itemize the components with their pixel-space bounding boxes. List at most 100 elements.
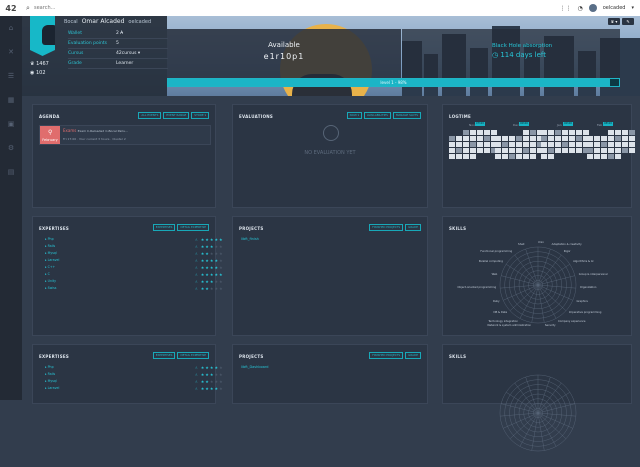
skill-label: Technology integration <box>488 319 519 323</box>
search-input[interactable] <box>34 5 234 11</box>
people-icon[interactable]: ☰ <box>0 64 22 88</box>
detail-expertise-button[interactable]: DETAIL EXPERTISE <box>177 224 209 231</box>
event-location: C-Bocal Paris... <box>105 129 128 133</box>
book-icon[interactable]: ✕ <box>0 40 22 64</box>
calendar-day <box>587 136 593 141</box>
calendar-day <box>463 154 469 159</box>
expertise-stars: ☝ ★★★★★ <box>195 258 224 263</box>
skill-label: Parallel computing <box>478 260 503 264</box>
radar-axis <box>525 376 539 414</box>
calendar-day <box>523 148 529 153</box>
calendar-day <box>516 130 522 135</box>
radar-axis <box>509 412 539 439</box>
info-row[interactable]: Cursus 42cursus ▾ <box>68 49 168 59</box>
chevron-down-icon[interactable]: ▾ <box>631 5 634 11</box>
store-button[interactable]: STORE ▾ <box>191 112 209 119</box>
calendar-day <box>555 130 561 135</box>
calendar-day <box>608 142 614 147</box>
calendar-day <box>594 136 600 141</box>
calendar-day <box>456 130 462 135</box>
trophy-button[interactable]: ♛ ▾ <box>608 18 620 25</box>
skill-label: Rigor <box>563 249 571 253</box>
shop-icon[interactable]: ▣ <box>0 112 22 136</box>
expertise-label: C++ <box>47 265 56 269</box>
month-total: 00h00 <box>563 122 573 126</box>
calendar-day <box>523 154 529 159</box>
expertise-row[interactable]: ▸ Unity ☝ ★★★★★ <box>45 279 245 286</box>
info-row: Grade Learner <box>68 59 168 69</box>
expertise-stars: ☝ ★★★★★ <box>195 279 224 284</box>
calendar-day <box>562 130 568 135</box>
event-card[interactable]: February ⚲ Exams Exam C-Reloaded C-Bocal… <box>39 125 211 145</box>
skill-label: Unix <box>538 241 544 244</box>
panel-title: EXPERTISES <box>39 226 70 231</box>
calendar-day <box>548 136 554 141</box>
logo[interactable]: 42 <box>0 0 22 16</box>
month-label: Nov <box>469 123 475 127</box>
calendar-month <box>587 130 635 159</box>
finished-projects-button[interactable]: FINISHED PROJECTS <box>369 352 404 359</box>
smiley-icon <box>323 125 339 141</box>
expertise-row[interactable]: ▸ Swiss ☝ ★★★★★ <box>45 286 245 293</box>
calendar-day <box>629 148 635 153</box>
calendar-day <box>495 148 501 153</box>
expertises-button[interactable]: EXPERTISES <box>152 352 176 359</box>
apps-icon[interactable]: ⋮⋮ <box>559 5 571 12</box>
expertises-button[interactable]: EXPERTISES <box>152 224 176 231</box>
user-login[interactable]: oelcaded <box>603 5 626 11</box>
radar-axis <box>537 284 567 311</box>
avatar-badge[interactable] <box>30 16 55 56</box>
expertise-row[interactable]: ▸ Php ☝ ★★★★★ <box>45 237 245 244</box>
blackhole: Black Hole absorption ◷ 114 days left <box>402 29 620 79</box>
settings-icon[interactable]: ⚙ <box>0 136 22 160</box>
calendar-day <box>576 136 582 141</box>
expertise-row[interactable]: ▸ Laravel ☝ ★★★★★ <box>45 258 245 265</box>
expertise-row[interactable]: ▸ Rails ☝ ★★★★★ <box>45 372 245 379</box>
expertise-label: Swiss <box>47 286 57 290</box>
calendar-month <box>449 130 497 159</box>
event-range-button[interactable]: EVENT RANGE <box>163 112 190 119</box>
calendar-icon[interactable]: ▦ <box>0 88 22 112</box>
calendar-day <box>541 154 547 159</box>
pre-name: Bocal <box>64 18 78 25</box>
expertise-row[interactable]: ▸ Laravel ☝ ★★★★★ <box>45 386 245 393</box>
expertises-panel: EXPERTISES EXPERTISES DETAIL EXPERTISE ▸… <box>32 216 223 336</box>
calendar-day <box>555 154 561 159</box>
calendar-day <box>456 154 462 159</box>
calendar-day <box>477 154 483 159</box>
avatar[interactable] <box>588 4 597 12</box>
calendar-day <box>548 130 554 135</box>
expertise-label: C <box>47 272 50 276</box>
detail-expertise-button[interactable]: DETAIL EXPERTISE <box>177 352 209 359</box>
info-table: Wallet 2 ₳ Evaluation points 5 Cursus 42cur… <box>68 29 168 83</box>
skill-label: Functional programming <box>480 249 513 253</box>
project-link[interactable]: libft_Dashboard <box>241 365 268 369</box>
notification-icon[interactable]: ◔ <box>577 5 582 12</box>
calendar-month <box>541 130 589 159</box>
skills-panel: SKILLS <box>442 344 632 452</box>
finished-projects-button[interactable]: FINISHED PROJECTS <box>369 224 404 231</box>
month-label: Jan <box>557 123 562 127</box>
all-events-button[interactable]: ALL EVENTS <box>138 112 162 119</box>
grade-button[interactable]: GRADE <box>405 224 421 231</box>
grade-button[interactable]: GRADE <box>405 352 421 359</box>
expertise-row[interactable]: ▸ Php ☝ ★★★★★ <box>45 365 245 372</box>
file-icon[interactable]: ▤ <box>0 160 22 184</box>
expertise-row[interactable]: ▸ Mysql ☝ ★★★★★ <box>45 379 245 386</box>
agenda-panel: AGENDA ALL EVENTS EVENT RANGE STORE ▾ Fe… <box>32 104 216 208</box>
expertise-row[interactable]: ▸ Rails ☝ ★★★★★ <box>45 244 245 251</box>
project-link[interactable]: libft_finish <box>241 237 259 241</box>
search-icon: ⌕ <box>26 3 30 12</box>
calendar-day <box>530 148 536 153</box>
expertise-row[interactable]: ▸ C ☝ ★★★★★ <box>45 272 245 279</box>
calendar-day <box>456 142 462 147</box>
edit-button[interactable]: ✎ <box>622 18 634 25</box>
calendar-day <box>608 154 614 159</box>
expertise-row[interactable]: ▸ Mysql ☝ ★★★★★ <box>45 251 245 258</box>
home-icon[interactable]: ⌂ <box>0 16 22 40</box>
skill-label: Network & system administration <box>487 324 532 328</box>
expertise-row[interactable]: ▸ C++ ☝ ★★★★★ <box>45 265 245 272</box>
skill-label: Imperative programming <box>568 311 602 315</box>
calendar-day <box>484 136 490 141</box>
info-row: Wallet 2 ₳ <box>68 29 168 39</box>
